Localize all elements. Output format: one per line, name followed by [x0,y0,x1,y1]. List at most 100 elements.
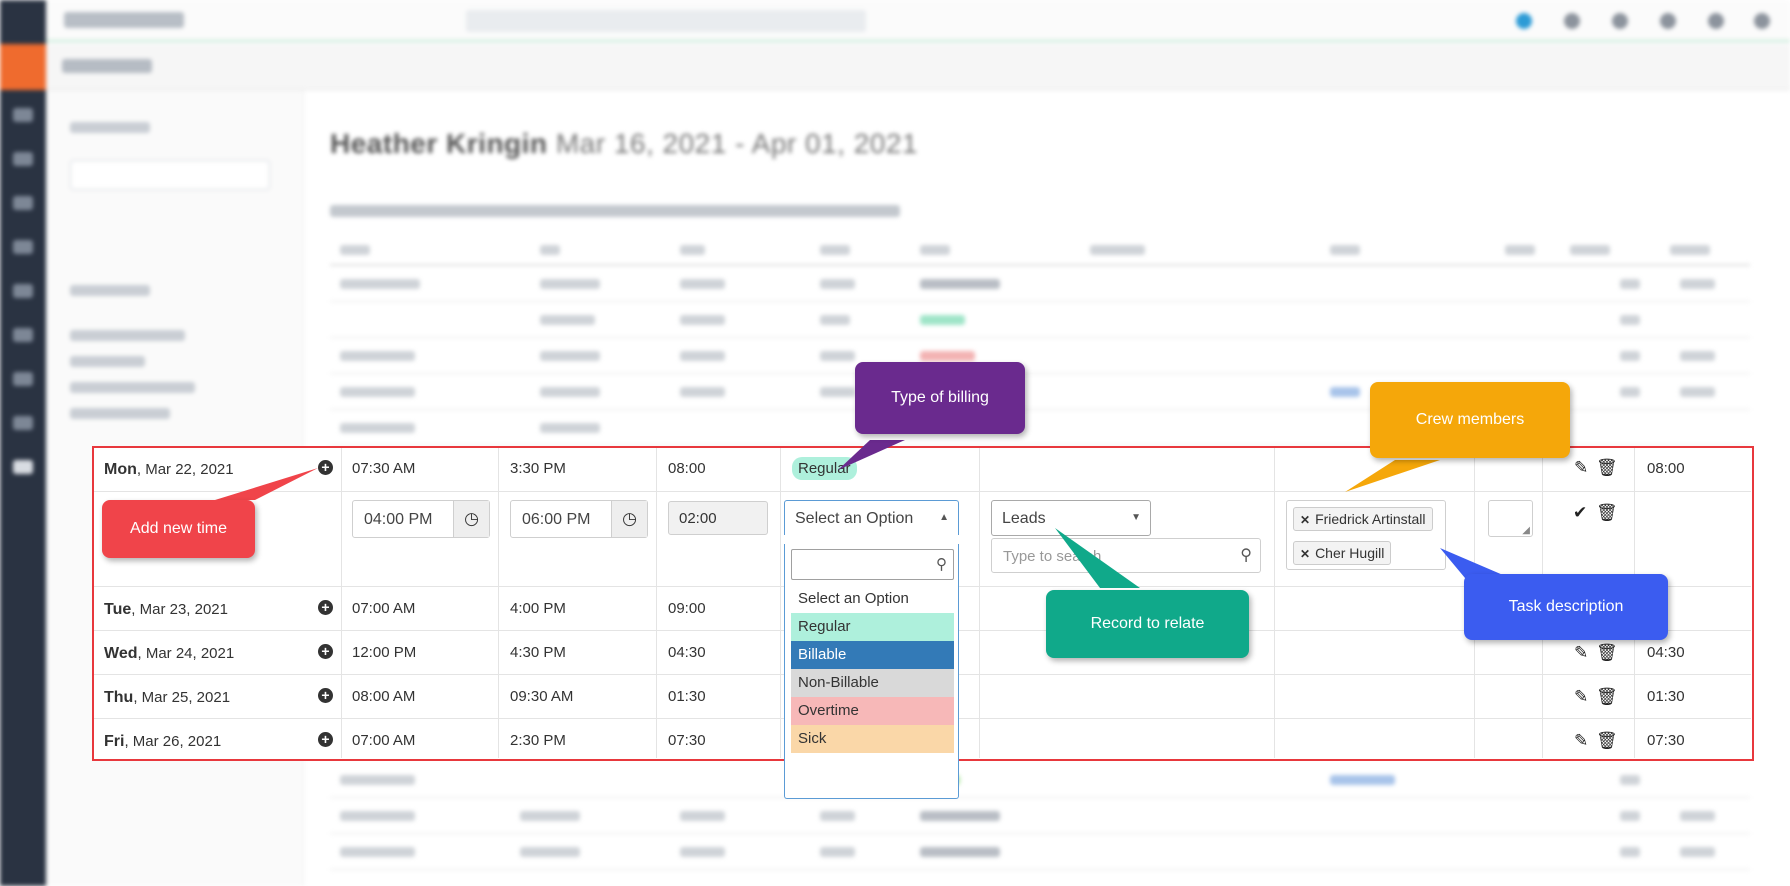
clock-icon[interactable]: ◷ [453,501,489,537]
sidebar-icon[interactable] [13,328,33,342]
sidebar-icon[interactable] [13,372,33,386]
option-select[interactable]: Select an Option [791,585,954,613]
page-title: Heather Kringin Mar 16, 2021 - Apr 01, 2… [330,128,918,159]
callout-add-time: Add new time [102,500,255,558]
day-label: Mon, Mar 22, 2021 [104,461,234,478]
billing-type-dropdown: ⚲ Select an Option Regular Billable Non-… [784,544,959,799]
toolbar-icon[interactable] [1564,13,1580,29]
dropdown-search-input[interactable]: ⚲ [791,549,954,580]
table-row [330,762,1750,798]
search-icon: ⚲ [1240,547,1252,564]
table-row [330,338,1750,374]
total-hours: 09:00 [668,600,706,617]
employees-label [70,285,150,296]
time-out: 4:30 PM [510,644,566,661]
worked-hours: 07:30 [1647,732,1685,749]
time-in: 07:00 AM [352,732,416,749]
record-type-select[interactable]: Leads ▼ [991,500,1151,536]
time-out: 09:30 AM [510,688,574,705]
worked-hours: 01:30 [1647,688,1685,705]
chevron-up-icon: ▲ [939,512,949,523]
top-bar [46,0,1790,42]
sidebar-icon[interactable] [13,108,33,122]
task-description-textarea[interactable]: ◢ [1488,500,1533,537]
breadcrumb[interactable] [62,59,152,73]
summary-bar [330,205,900,217]
pencil-icon[interactable]: ✎ [1574,643,1588,663]
day-label: Wed, Mar 24, 2021 [104,645,235,662]
plus-circle-icon[interactable]: + [318,460,333,475]
pencil-icon[interactable]: ✎ [1574,687,1588,707]
duration-input[interactable]: 02:00 [668,501,768,535]
date-filter[interactable] [70,160,270,190]
time-out: 3:30 PM [510,460,566,477]
app-logo [0,44,46,90]
sidebar-icon[interactable] [13,196,33,210]
x-icon[interactable]: ✕ [1300,513,1310,527]
option-billable[interactable]: Billable [791,641,954,669]
toolbar-icon[interactable] [1612,13,1628,29]
trash-icon[interactable]: 🗑 [1596,458,1618,478]
day-label: Fri, Mar 26, 2021 [104,733,222,750]
plus-circle-icon[interactable]: + [318,688,333,703]
crew-tag: ✕ Cher Hugill [1293,541,1392,565]
table-row [330,266,1750,302]
table-header [330,232,1750,266]
trash-icon[interactable]: 🗑 [1596,687,1618,707]
time-in: 12:00 PM [352,644,417,661]
pencil-icon[interactable]: ✎ [1574,458,1588,478]
plus-circle-icon[interactable]: + [318,600,333,615]
billing-type-badge: Regular [792,457,857,480]
clock-icon[interactable]: ◷ [611,501,647,537]
callout-billing: Type of billing [855,362,1025,434]
time-out: 2:30 PM [510,732,566,749]
sidebar-icon[interactable] [13,284,33,298]
time-in: 08:00 AM [352,688,416,705]
pencil-icon[interactable]: ✎ [1574,731,1588,751]
trash-icon[interactable]: 🗑 [1596,503,1618,523]
total-hours: 08:00 [668,460,706,477]
check-icon[interactable]: ✔ [1573,503,1587,523]
total-hours: 01:30 [668,688,706,705]
notification-icon[interactable] [1516,13,1532,29]
worked-hours: 04:30 [1647,644,1685,661]
record-search-input[interactable]: Type to search ⚲ [991,538,1261,573]
time-in: 07:30 AM [352,460,416,477]
employee-item[interactable] [70,382,195,393]
option-sick[interactable]: Sick [791,725,954,753]
time-out-input[interactable]: 06:00 PM ◷ [510,500,648,538]
day-label: Tue, Mar 23, 2021 [104,601,228,618]
option-non-billable[interactable]: Non-Billable [791,669,954,697]
callout-relate: Record to relate [1046,590,1249,658]
x-icon[interactable]: ✕ [1300,547,1310,561]
sidebar [0,0,46,886]
filter-label [70,122,150,133]
employee-item[interactable] [70,330,185,341]
total-hours: 04:30 [668,644,706,661]
day-label: Thu, Mar 25, 2021 [104,689,231,706]
crew-members-input[interactable]: ✕ Friedrick Artinstall ✕ Cher Hugill [1286,500,1446,570]
table-row [330,302,1750,338]
billing-type-select[interactable]: Select an Option ▲ [784,500,959,535]
sidebar-icon[interactable] [13,152,33,166]
employee-item[interactable] [70,408,170,419]
table-row [330,834,1750,870]
time-in-input[interactable]: 04:00 PM ◷ [352,500,490,538]
sidebar-icon[interactable] [13,460,33,474]
sidebar-icon[interactable] [13,416,33,430]
plus-circle-icon[interactable]: + [318,644,333,659]
toolbar-icon[interactable] [1754,13,1770,29]
option-regular[interactable]: Regular [791,613,954,641]
plus-circle-icon[interactable]: + [318,732,333,747]
global-search[interactable] [466,10,866,32]
trash-icon[interactable]: 🗑 [1596,643,1618,663]
option-overtime[interactable]: Overtime [791,697,954,725]
total-hours: 07:30 [668,732,706,749]
toolbar-icon[interactable] [1708,13,1724,29]
employee-item[interactable] [70,356,145,367]
trash-icon[interactable]: 🗑 [1596,731,1618,751]
toolbar-icon[interactable] [1660,13,1676,29]
sidebar-icon[interactable] [13,240,33,254]
search-icon: ⚲ [936,556,947,573]
brand-logo [64,12,184,28]
